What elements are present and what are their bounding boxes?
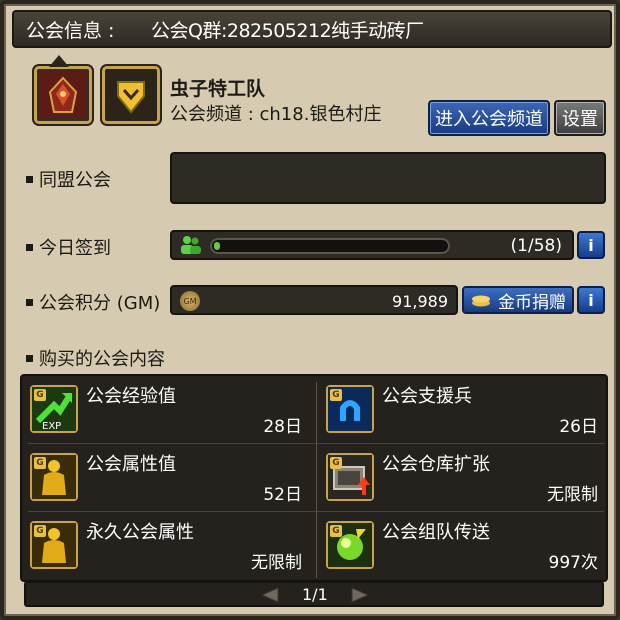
golden-body-icon: G	[30, 521, 78, 569]
signin-progress-track	[210, 238, 450, 254]
guild-channel: 公会频道 : ch18.银色村庄	[170, 104, 382, 125]
bullet-icon	[24, 296, 35, 308]
purchased-label-text: 购买的公会内容	[39, 349, 165, 370]
points-label-text: 公会积分 (GM)	[39, 293, 161, 314]
enter-guild-channel-button[interactable]: 进入公会频道	[428, 100, 550, 136]
purchased-item-permanent-attributes[interactable]: G 永久公会属性 无限制	[22, 512, 310, 578]
item-duration: 52日	[263, 485, 302, 505]
item-name: 公会仓库扩张	[382, 454, 490, 475]
signin-bar: (1/58)	[170, 230, 574, 260]
gold-coins-icon	[472, 295, 490, 307]
signin-label: 今日签到	[24, 234, 111, 260]
item-name: 公会经验值	[86, 386, 176, 407]
guild-mark-icon[interactable]	[102, 66, 160, 124]
purchased-item-party-teleport[interactable]: G 公会组队传送 997次	[318, 512, 606, 578]
points-bar: GM 91,989	[170, 285, 458, 315]
shield-icon	[108, 72, 154, 118]
signin-progress-fill	[214, 242, 220, 250]
donate-button-label: 金币捐赠	[498, 292, 566, 313]
guild-qq-group: 公会Q群:282505212纯手动砖厂	[151, 19, 424, 42]
bullet-icon	[24, 352, 35, 364]
golden-body-icon: G	[30, 453, 78, 501]
item-name: 公会支援兵	[382, 386, 472, 407]
support-soldier-icon: G	[326, 385, 374, 433]
bullet-icon	[24, 173, 35, 185]
guild-info-header: 公会信息 : 公会Q群:282505212纯手动砖厂	[12, 10, 612, 48]
item-duration: 无限制	[251, 553, 302, 573]
bullet-icon	[24, 241, 35, 253]
column-divider	[316, 382, 317, 578]
purchased-item-guild-attributes[interactable]: G 公会属性值 52日	[22, 444, 310, 510]
signin-label-text: 今日签到	[39, 238, 111, 259]
guild-emblem-icon[interactable]	[34, 55, 92, 124]
item-name: 公会属性值	[86, 454, 176, 475]
alliance-label-text: 同盟公会	[39, 170, 111, 191]
item-duration: 28日	[263, 417, 302, 437]
points-value: 91,989	[392, 292, 448, 311]
points-label: 公会积分 (GM)	[24, 289, 160, 315]
signin-count: (1/58)	[510, 236, 562, 256]
exp-icon: EXP G	[30, 385, 78, 433]
item-name: 公会组队传送	[382, 522, 490, 543]
next-page-icon[interactable]	[348, 586, 372, 604]
members-icon	[181, 236, 201, 254]
guild-info-panel: 公会信息 : 公会Q群:282505212纯手动砖厂 虫子特工队 公会频道 : …	[0, 0, 620, 620]
page-indicator: 1/1	[302, 585, 328, 604]
svg-text:EXP: EXP	[42, 421, 61, 431]
purchased-item-storage-expand[interactable]: G 公会仓库扩张 无限制	[318, 444, 606, 510]
settings-button[interactable]: 设置	[554, 100, 606, 136]
gm-coin-icon: GM	[180, 291, 200, 311]
item-duration: 26日	[559, 417, 598, 437]
info-icon: i	[588, 235, 594, 255]
demon-crest-icon	[40, 72, 86, 118]
storage-expand-icon: G	[326, 453, 374, 501]
info-icon: i	[588, 290, 594, 310]
purchased-item-support-soldier[interactable]: G 公会支援兵 26日	[318, 376, 606, 442]
item-duration: 997次	[548, 553, 598, 573]
header-label: 公会信息 :	[26, 19, 115, 42]
teleport-orb-icon: G	[326, 521, 374, 569]
purchased-content-grid: EXP G 公会经验值 28日 G 公会支援兵 26日 G 公会属性值 52日 …	[20, 374, 608, 582]
signin-info-button[interactable]: i	[577, 231, 605, 259]
purchased-content-label: 购买的公会内容	[24, 345, 165, 371]
prev-page-icon[interactable]	[258, 586, 282, 604]
alliance-box	[170, 152, 606, 204]
item-name: 永久公会属性	[86, 522, 194, 543]
points-info-button[interactable]: i	[577, 286, 605, 314]
purchased-item-guild-exp[interactable]: EXP G 公会经验值 28日	[22, 376, 310, 442]
gold-donate-button[interactable]: 金币捐赠	[462, 286, 574, 314]
pagination-bar: 1/1	[24, 581, 604, 607]
item-duration: 无限制	[547, 485, 598, 505]
alliance-label: 同盟公会	[24, 166, 111, 192]
guild-name: 虫子特工队	[170, 78, 266, 100]
